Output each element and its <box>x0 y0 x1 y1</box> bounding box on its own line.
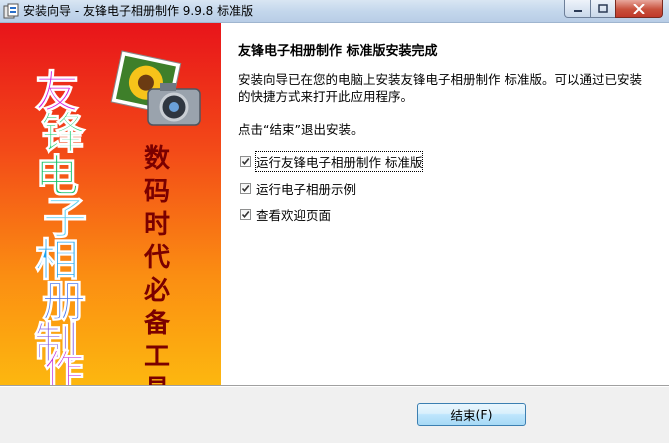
close-button[interactable] <box>615 0 663 18</box>
checkbox-box[interactable] <box>240 208 251 220</box>
footer-divider <box>0 385 669 387</box>
checkbox-box[interactable] <box>240 155 251 167</box>
close-icon <box>633 3 645 14</box>
checkbox-label[interactable]: 查看欢迎页面 <box>256 205 331 224</box>
slogan-text: 数码时代必备工具 <box>143 144 170 385</box>
checkmark-icon <box>241 184 250 192</box>
checkmark-icon <box>241 210 250 218</box>
finish-button[interactable]: 结束 (F) <box>417 403 526 426</box>
maximize-icon <box>598 3 608 13</box>
checkbox-label[interactable]: 运行友锋电子相册制作 标准版 <box>254 150 424 172</box>
banner-artwork: 友 锋 电 子 相 册 制 作 <box>34 50 201 385</box>
title-bar[interactable]: 安装向导 - 友锋电子相册制作 9.9.8 标准版 <box>0 0 669 23</box>
exit-hint: 点击“结束”退出安装。 <box>238 122 364 137</box>
checkmark-icon <box>241 157 250 165</box>
finish-accesskey: (F) <box>475 407 493 422</box>
side-banner: 友 锋 电 子 相 册 制 作 数码时代必备工具 <box>0 23 221 385</box>
view-welcome-checkbox[interactable]: 查看欢迎页面 <box>240 205 331 223</box>
camera-icon <box>147 83 201 126</box>
installer-icon <box>3 3 19 19</box>
minimize-button[interactable] <box>564 0 591 18</box>
run-sample-checkbox[interactable]: 运行电子相册示例 <box>240 179 356 197</box>
wizard-body: 友 锋 电 子 相 册 制 作 数码时代必备工具 友锋电子相册制作 标准版安装完… <box>0 23 669 385</box>
finish-button-label: 结束 <box>450 408 476 423</box>
brand-char: 作 <box>44 346 84 385</box>
checkbox-box[interactable] <box>240 182 251 194</box>
completion-description: 安装向导已在您的电脑上安装友锋电子相册制作 标准版。可以通过已安装的快捷方式来打… <box>238 72 642 104</box>
maximize-button[interactable] <box>590 0 616 18</box>
minimize-icon <box>573 9 582 12</box>
checkbox-label[interactable]: 运行电子相册示例 <box>256 179 356 198</box>
page-title: 友锋电子相册制作 标准版安装完成 <box>238 44 438 59</box>
run-app-checkbox[interactable]: 运行友锋电子相册制作 标准版 <box>240 150 424 172</box>
window-title: 安装向导 - 友锋电子相册制作 9.9.8 标准版 <box>23 4 254 18</box>
